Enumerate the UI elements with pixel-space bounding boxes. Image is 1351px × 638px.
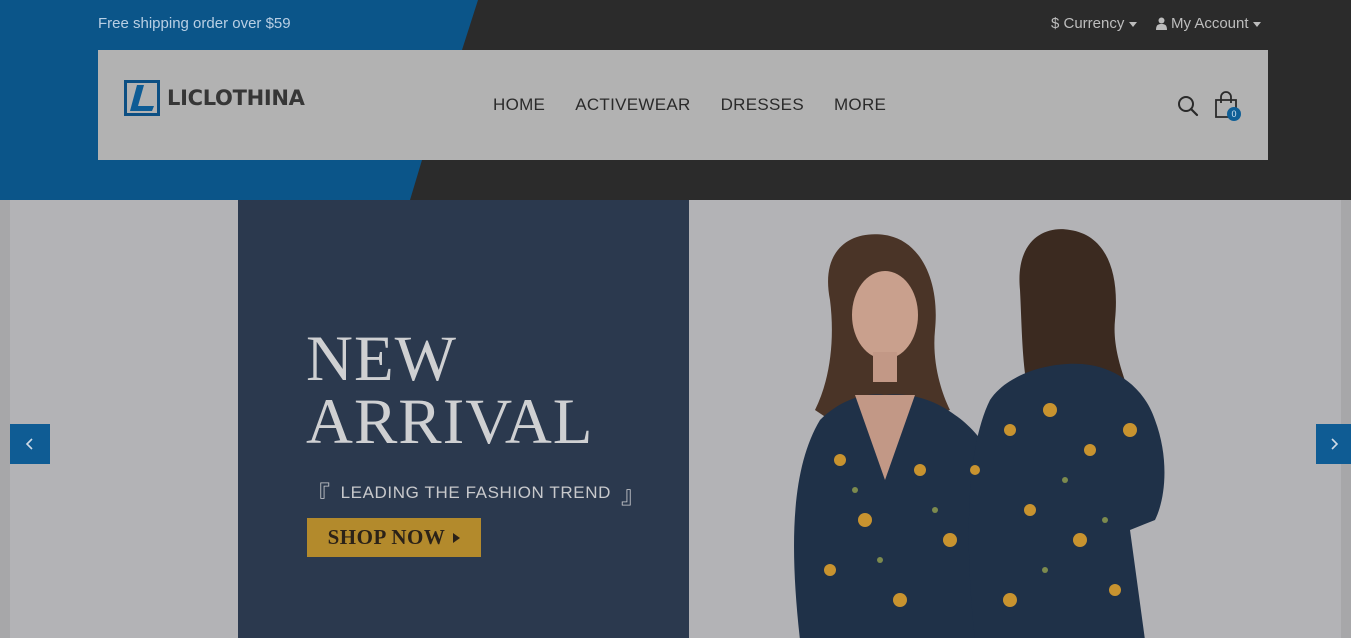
hero-tagline: 『 LEADING THE FASHION TREND 』 — [306, 475, 646, 510]
main-navbar: LICLOTHINA HOME ACTIVEWEAR DRESSES MORE … — [98, 50, 1268, 160]
shop-now-button[interactable]: SHOP NOW — [307, 518, 481, 557]
cart-button[interactable]: 0 — [1214, 91, 1241, 124]
models-photo — [794, 229, 1165, 638]
primary-menu: HOME ACTIVEWEAR DRESSES MORE — [493, 95, 886, 115]
menu-item-dresses[interactable]: DRESSES — [721, 95, 804, 115]
hero-slider: NEW ARRIVAL 『 LEADING THE FASHION TREND … — [0, 200, 1351, 638]
free-shipping-notice: Free shipping order over $59 — [98, 15, 291, 32]
play-arrow-icon — [453, 532, 461, 543]
headline-line-2: ARRIVAL — [306, 386, 594, 458]
shop-now-label: SHOP NOW — [327, 525, 446, 549]
header: Free shipping order over $59 $ Currency … — [0, 0, 1351, 200]
cart-count-badge: 0 — [1227, 107, 1241, 121]
menu-item-more[interactable]: MORE — [834, 95, 886, 115]
chevron-left-icon — [25, 438, 33, 450]
search-icon — [1178, 96, 1199, 117]
site-logo[interactable]: LICLOTHINA — [124, 80, 305, 116]
caret-down-icon — [1129, 22, 1138, 27]
tagline-text: LEADING THE FASHION TREND — [340, 482, 611, 502]
headline-line-1: NEW — [306, 323, 457, 395]
my-account-dropdown[interactable]: My Account — [1156, 15, 1261, 32]
logo-text: LICLOTHINA — [167, 86, 305, 110]
slider-next-button[interactable] — [1316, 424, 1351, 464]
bracket-open: 『 — [306, 482, 331, 509]
chevron-right-icon — [1330, 438, 1338, 450]
bracket-close: 』 — [620, 482, 646, 509]
user-icon — [1156, 17, 1167, 30]
menu-item-home[interactable]: HOME — [493, 95, 545, 115]
hero-headline: NEW ARRIVAL — [306, 323, 594, 458]
my-account-label: My Account — [1171, 15, 1249, 32]
slider-prev-button[interactable] — [10, 424, 50, 464]
currency-label: $ Currency — [1051, 15, 1125, 32]
currency-dropdown[interactable]: $ Currency — [1051, 15, 1138, 32]
menu-item-activewear[interactable]: ACTIVEWEAR — [575, 95, 690, 115]
caret-down-icon — [1252, 22, 1261, 27]
search-button[interactable] — [1177, 95, 1199, 122]
logo-mark-icon — [124, 80, 160, 116]
